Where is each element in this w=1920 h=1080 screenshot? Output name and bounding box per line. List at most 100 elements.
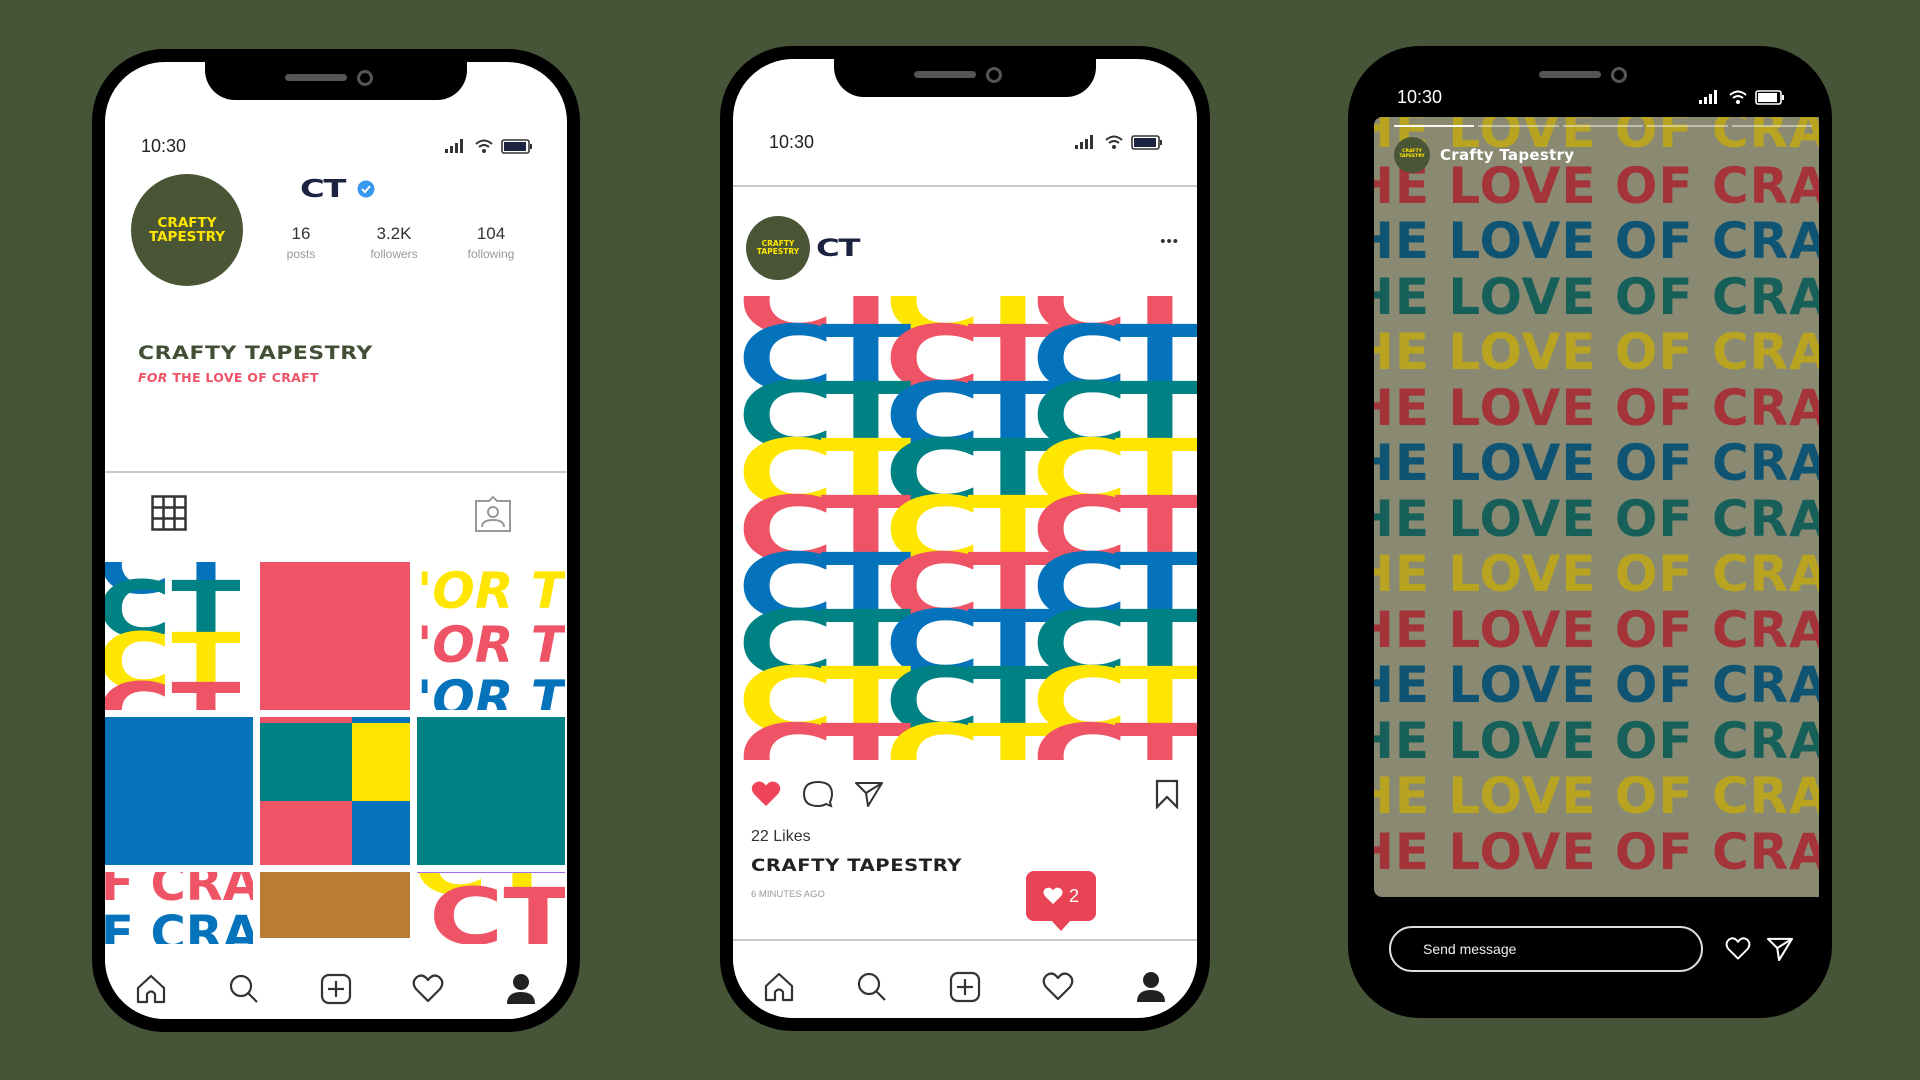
- stat-followers[interactable]: 3.2K followers: [349, 224, 439, 261]
- story-progress-segment: [1478, 125, 1559, 127]
- nav-profile[interactable]: [1131, 967, 1171, 1007]
- heart-icon: [413, 974, 444, 1003]
- story-author-name[interactable]: Crafty Tapestry: [1440, 146, 1574, 164]
- post-caption-author[interactable]: CRAFTY TAPESTRY: [751, 856, 962, 876]
- post-more-options-button[interactable]: •••: [1160, 233, 1179, 250]
- heart-icon: [1043, 887, 1063, 905]
- home-icon: [137, 974, 166, 1004]
- grid-post-9[interactable]: CT CT: [417, 872, 565, 944]
- stat-following-label: following: [467, 247, 515, 261]
- avatar-line-2: TAPESTRY: [756, 247, 800, 256]
- save-button[interactable]: [1155, 779, 1179, 814]
- ct-pattern-row: CT CT CT: [737, 713, 1197, 761]
- nav-search[interactable]: [224, 969, 264, 1009]
- phone-post-mockup: 10:30 CRAFTY TAPESTRY CT ••• CT CT CT CT CT C…: [720, 46, 1210, 1031]
- wifi-icon: [475, 139, 493, 153]
- nav-create[interactable]: [945, 967, 985, 1007]
- grid-post-8[interactable]: [260, 872, 410, 938]
- post-author-avatar[interactable]: CRAFTY TAPESTRY: [746, 216, 810, 280]
- profile-icon: [506, 974, 535, 1004]
- story-share-button[interactable]: [1766, 937, 1794, 966]
- phone-notch: [834, 59, 1096, 97]
- profile-handle-logo: CT: [300, 174, 346, 203]
- post-image-ct-pattern[interactable]: CT CT CT CT CT CT CT CT CT CT CT CT CT CT CT CT CT CT CT CT…: [733, 296, 1197, 760]
- profile-avatar[interactable]: CRAFTY TAPESTRY: [131, 174, 243, 286]
- post-actions: [733, 779, 1197, 814]
- tab-tagged[interactable]: [474, 495, 512, 538]
- story-text-line: HE LOVE OF CRAFT: [1374, 767, 1819, 825]
- tagline-italic: FOR: [138, 370, 168, 385]
- grid-post-2[interactable]: [260, 562, 410, 710]
- comment-button[interactable]: [802, 780, 834, 813]
- story-like-button[interactable]: [1725, 937, 1751, 966]
- nav-activity[interactable]: [1038, 967, 1078, 1007]
- notification-count: 2: [1068, 885, 1079, 906]
- tagline-rest: THE LOVE OF CRAFT: [167, 370, 319, 385]
- avatar-line-2: TAPESTRY: [148, 229, 226, 245]
- story-progress-segment: [1731, 125, 1813, 127]
- story-text-line: HE LOVE OF CRAFT: [1374, 545, 1819, 603]
- tab-grid[interactable]: [151, 495, 187, 536]
- battery-icon: [1131, 134, 1162, 150]
- story-text-line: HE LOVE OF CRAFT: [1374, 600, 1819, 659]
- profile-tagline: FOR THE LOVE OF CRAFT: [138, 370, 342, 385]
- story-text-line: HE LOVE OF CRAFT: [1374, 212, 1819, 270]
- grid-post-7[interactable]: F CRA F CRA: [105, 872, 253, 944]
- nav-divider: [733, 939, 1197, 941]
- post-author-logo[interactable]: CT: [816, 234, 861, 262]
- story-text-pattern: HE LOVE OF CRAFTHE LOVE OF CRAFTHE LOVE …: [1374, 117, 1819, 880]
- grid-post-1[interactable]: CT CT CT CT: [105, 562, 253, 710]
- heart-icon: [1725, 937, 1751, 960]
- nav-create[interactable]: [316, 969, 356, 1009]
- profile-post-grid: CT CT CT CT 'OR TI 'OR TI 'OR TI: [105, 562, 567, 944]
- battery-icon: [501, 138, 532, 154]
- story-text-line: HE LOVE OF CRAFT: [1374, 378, 1819, 437]
- send-message-input[interactable]: [1389, 926, 1703, 972]
- nav-profile[interactable]: [501, 969, 541, 1009]
- send-icon: [1766, 937, 1794, 962]
- home-icon: [765, 972, 794, 1002]
- profile-bio: CRAFTY TAPESTRY FOR THE LOVE OF CRAFT: [138, 342, 372, 385]
- story-text-line: HE LOVE OF CRAFT: [1374, 822, 1819, 881]
- signal-icon: [445, 139, 463, 153]
- grid-post-5[interactable]: [260, 717, 410, 865]
- heart-filled-icon: [751, 781, 781, 807]
- story-progress-segment: [1647, 125, 1728, 127]
- nav-search[interactable]: [852, 967, 892, 1007]
- story-progress-segment: [1394, 125, 1475, 127]
- signal-icon: [1075, 135, 1093, 149]
- post-likes-count[interactable]: 22 Likes: [751, 828, 811, 846]
- grid-post-3[interactable]: 'OR TI 'OR TI 'OR TI: [417, 562, 565, 710]
- stat-posts[interactable]: 16 posts: [256, 224, 346, 261]
- story-content[interactable]: HE LOVE OF CRAFTHE LOVE OF CRAFTHE LOVE …: [1374, 117, 1819, 897]
- stat-posts-label: posts: [286, 247, 316, 261]
- phone-profile-mockup: 10:30 CT CRAFTY TAPESTRY 16 posts 3.2K f…: [92, 49, 580, 1032]
- post-screen: 10:30 CRAFTY TAPESTRY CT ••• CT CT CT CT CT C…: [733, 59, 1197, 1018]
- share-button[interactable]: [855, 781, 883, 812]
- grid-post-4[interactable]: [105, 717, 253, 865]
- like-button[interactable]: [751, 781, 781, 812]
- story-text-line: HE LOVE OF CRAFT: [1374, 711, 1819, 770]
- status-bar: 10:30: [1361, 85, 1819, 109]
- status-time: 10:30: [141, 135, 187, 156]
- story-progress-bar: [1394, 125, 1813, 127]
- add-post-icon: [320, 973, 352, 1005]
- stat-following-value: 104: [476, 224, 506, 243]
- story-text-line: HE LOVE OF CRAFT: [1374, 267, 1819, 326]
- status-bar: 10:30: [105, 134, 567, 158]
- header-divider: [733, 185, 1197, 187]
- story-progress-segment: [1562, 125, 1644, 127]
- wifi-icon: [1105, 135, 1123, 149]
- likes-notification-bubble[interactable]: 2: [1026, 871, 1096, 921]
- stat-followers-label: followers: [370, 247, 418, 261]
- nav-home[interactable]: [131, 969, 171, 1009]
- wifi-icon: [1729, 90, 1747, 104]
- story-author-avatar[interactable]: CRAFTY TAPESTRY: [1394, 137, 1430, 173]
- phone-notch: [205, 62, 467, 100]
- phone-story-mockup: 10:30 HE LOVE OF CRAFTHE LOVE OF CRAFTHE…: [1348, 46, 1832, 1018]
- nav-activity[interactable]: [408, 969, 448, 1009]
- stat-following[interactable]: 104 following: [446, 224, 536, 261]
- grid-post-6[interactable]: [417, 717, 565, 865]
- nav-home[interactable]: [759, 967, 799, 1007]
- profile-display-name: CRAFTY TAPESTRY: [138, 342, 373, 364]
